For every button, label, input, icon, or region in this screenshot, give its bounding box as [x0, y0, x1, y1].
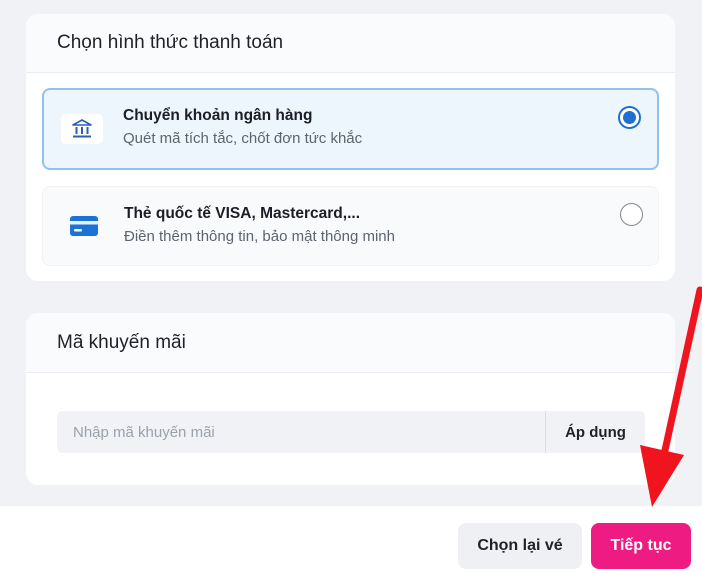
- international-card-title: Thẻ quốc tế VISA, Mastercard,...: [124, 205, 361, 222]
- payment-method-card: Chọn hình thức thanh toán Chuyển khoản n…: [26, 14, 675, 281]
- bank-transfer-subtitle: Quét mã tích tắc, chốt đơn tức khắc: [123, 130, 363, 147]
- promo-code-input[interactable]: [57, 411, 545, 453]
- bank-transfer-title: Chuyển khoản ngân hàng: [123, 107, 313, 124]
- action-footer: Chọn lại vé Tiếp tục: [0, 506, 702, 573]
- international-card-text: Thẻ quốc tế VISA, Mastercard,... Điền th…: [124, 204, 395, 247]
- page: Chọn hình thức thanh toán Chuyển khoản n…: [0, 0, 702, 573]
- international-card-radio[interactable]: [620, 203, 643, 226]
- payment-option-bank-transfer[interactable]: Chuyển khoản ngân hàng Quét mã tích tắc,…: [42, 88, 659, 170]
- reselect-ticket-button[interactable]: Chọn lại vé: [458, 523, 582, 569]
- continue-button[interactable]: Tiếp tục: [591, 523, 691, 569]
- payment-method-header: Chọn hình thức thanh toán: [26, 14, 675, 73]
- promo-code-header: Mã khuyến mãi: [26, 313, 675, 373]
- bank-transfer-radio[interactable]: [618, 106, 641, 129]
- payment-method-title: Chọn hình thức thanh toán: [57, 32, 284, 53]
- bank-icon: [61, 114, 103, 144]
- payment-option-international-card[interactable]: Thẻ quốc tế VISA, Mastercard,... Điền th…: [42, 186, 659, 266]
- international-card-subtitle: Điền thêm thông tin, bảo mật thông minh: [124, 228, 395, 245]
- promo-code-row: Áp dụng: [57, 411, 645, 453]
- promo-code-title: Mã khuyến mãi: [57, 331, 186, 353]
- promo-code-card: Mã khuyến mãi Áp dụng: [26, 313, 675, 485]
- radio-selected-dot: [623, 111, 636, 124]
- bank-transfer-text: Chuyển khoản ngân hàng Quét mã tích tắc,…: [123, 106, 362, 149]
- apply-promo-button[interactable]: Áp dụng: [545, 411, 645, 453]
- credit-card-icon: [63, 211, 105, 241]
